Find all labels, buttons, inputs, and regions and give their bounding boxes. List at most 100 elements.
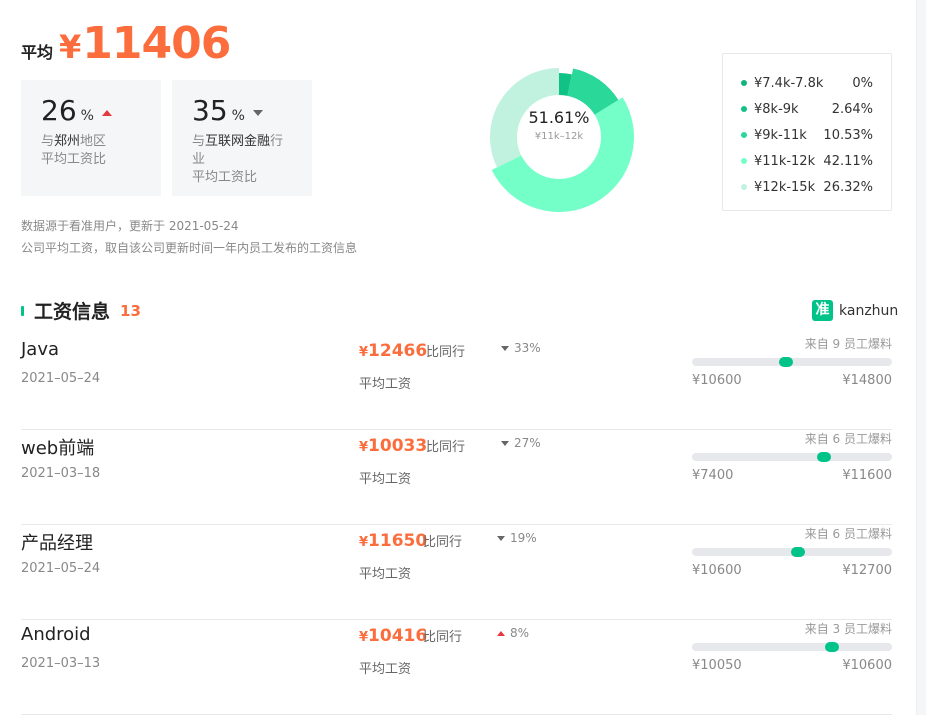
job-title[interactable]: 产品经理: [21, 529, 93, 555]
peer-percent: 33%: [514, 341, 541, 355]
desc-line2: 平均工资比: [192, 170, 258, 185]
average-salary-number: 11406: [82, 18, 231, 69]
salary-number: 10416: [368, 626, 428, 646]
section-accent-bar: [21, 305, 24, 316]
data-source-note: 数据源于看准用户，更新于 2021-05-24: [21, 219, 239, 233]
salary-row[interactable]: web前端 2021–03–18 ¥10033 平均工资 比同行 27% 来自 6 员工爆料…: [21, 430, 892, 525]
report-source: 来自 6 员工爆料: [804, 527, 892, 541]
range-min: ¥10050: [692, 658, 742, 673]
industry-comparison-value: 35%: [192, 94, 292, 127]
currency-symbol: ¥: [359, 630, 369, 645]
legend-label: ¥11k-12k: [754, 153, 816, 169]
region-comparison-desc: 与郑州地区 平均工资比: [41, 133, 141, 169]
report-source: 来自 6 员工爆料: [804, 432, 892, 446]
average-method-note: 公司平均工资，取自该公司更新时间一年内员工发布的工资信息: [21, 241, 358, 255]
peer-comparison-value: 8%: [497, 626, 529, 640]
section-count: 13: [120, 301, 141, 320]
legend-label: ¥8k-9k: [754, 101, 799, 117]
legend-value: 26.32%: [823, 179, 873, 195]
average-salary: ¥11650: [359, 531, 427, 551]
industry-comparison-card: 35% 与互联网金融行业 平均工资比: [172, 80, 312, 196]
percent-unit: %: [231, 108, 245, 124]
currency-symbol: ¥: [359, 535, 369, 550]
job-title[interactable]: Android: [21, 624, 91, 645]
average-salary-header: 平均 ¥11406: [21, 18, 231, 69]
salary-row[interactable]: Java 2021–05–24 ¥12466 平均工资 比同行 33% 来自 9 员工爆料 ¥…: [21, 335, 892, 430]
salary-range-track: [692, 357, 892, 367]
legend-value: 42.11%: [823, 153, 873, 169]
legend-item: ¥7.4k-7.8k 0%: [741, 70, 873, 96]
legend-item: ¥12k-15k 26.32%: [741, 174, 873, 200]
salary-number: 10033: [368, 436, 428, 456]
average-salary: ¥12466: [359, 341, 427, 361]
range-max: ¥10600: [842, 658, 892, 673]
industry-comparison-desc: 与互联网金融行业 平均工资比: [192, 133, 292, 187]
job-title[interactable]: Java: [21, 339, 59, 360]
section-title: 工资信息 13: [21, 297, 141, 324]
right-scroll-rail[interactable]: [916, 0, 926, 715]
average-salary: ¥10416: [359, 626, 427, 646]
desc-prefix: 与: [192, 134, 206, 149]
legend-dot: [741, 184, 747, 190]
trend-down-icon: [497, 535, 505, 541]
average-salary-value: ¥11406: [59, 18, 231, 69]
legend-dot: [741, 106, 747, 112]
job-title[interactable]: web前端: [21, 434, 94, 460]
average-salary-label: 平均工资: [359, 567, 412, 582]
salary-row[interactable]: Android 2021–03–13 ¥10416 平均工资 比同行 8% 来自 3 员工爆…: [21, 620, 892, 715]
trend-down-icon: [501, 345, 509, 351]
trend-down-icon: [252, 110, 263, 116]
peer-comparison-label: 比同行: [423, 535, 463, 550]
salary-range-track: [692, 642, 892, 652]
currency-symbol: ¥: [359, 345, 369, 360]
legend-item: ¥9k-11k 10.53%: [741, 122, 873, 148]
salary-position-marker: [779, 357, 793, 367]
salary-number: 11650: [368, 531, 428, 551]
peer-comparison-value: 27%: [501, 436, 541, 450]
desc-line2: 平均工资比: [41, 152, 107, 167]
salary-row[interactable]: 产品经理 2021–05–24 ¥11650 平均工资 比同行 19% 来自 6 员工爆料 ¥…: [21, 525, 892, 620]
industry-percent-number: 35: [192, 94, 228, 127]
salary-number: 12466: [368, 341, 428, 361]
desc-prefix: 与: [41, 134, 55, 149]
legend-label: ¥12k-15k: [754, 179, 816, 195]
legend-value: 0%: [852, 75, 873, 91]
legend-dot: [741, 80, 747, 86]
donut-center-range: ¥11k–12k: [534, 131, 584, 142]
average-label: 平均: [21, 43, 54, 62]
region-name-link[interactable]: 郑州: [54, 134, 80, 149]
legend-item: ¥8k-9k 2.64%: [741, 96, 873, 122]
report-date: 2021–05–24: [21, 561, 101, 576]
region-comparison-card: 26% 与郑州地区 平均工资比: [21, 80, 161, 196]
region-percent-number: 26: [41, 94, 77, 127]
currency-symbol: ¥: [359, 440, 369, 455]
report-source: 来自 3 员工爆料: [804, 622, 892, 636]
kanzhun-brand[interactable]: 准 kanzhun: [812, 300, 898, 321]
range-max: ¥14800: [842, 373, 892, 388]
average-salary-label: 平均工资: [359, 377, 412, 392]
peer-comparison-value: 33%: [501, 341, 541, 355]
report-date: 2021–03–18: [21, 466, 101, 481]
peer-percent: 19%: [510, 531, 537, 545]
peer-comparison-value: 19%: [497, 531, 537, 545]
industry-name-link[interactable]: 互联网金融: [205, 134, 270, 149]
legend-label: ¥7.4k-7.8k: [754, 75, 824, 91]
desc-suffix: 地区: [80, 134, 107, 149]
report-source: 来自 9 员工爆料: [804, 337, 892, 351]
salary-position-marker: [791, 547, 805, 557]
report-date: 2021–05–24: [21, 371, 101, 386]
percent-unit: %: [80, 108, 94, 124]
legend-value: 2.64%: [831, 101, 873, 117]
average-salary-label: 平均工资: [359, 472, 412, 487]
donut-center-label: 51.61% ¥11k–12k: [484, 108, 634, 142]
currency-symbol: ¥: [59, 28, 81, 66]
donut-center-percent: 51.61%: [528, 108, 590, 127]
legend-item: ¥11k-12k 42.11%: [741, 148, 873, 174]
report-date: 2021–03–13: [21, 656, 101, 671]
legend-value: 10.53%: [823, 127, 873, 143]
range-max: ¥11600: [842, 468, 892, 483]
trend-up-icon: [101, 110, 112, 116]
section-title-text: 工资信息: [34, 301, 111, 323]
legend-dot: [741, 158, 747, 164]
donut-legend: ¥7.4k-7.8k 0% ¥8k-9k 2.64% ¥9k-11k 10.53% ¥…: [722, 53, 892, 211]
